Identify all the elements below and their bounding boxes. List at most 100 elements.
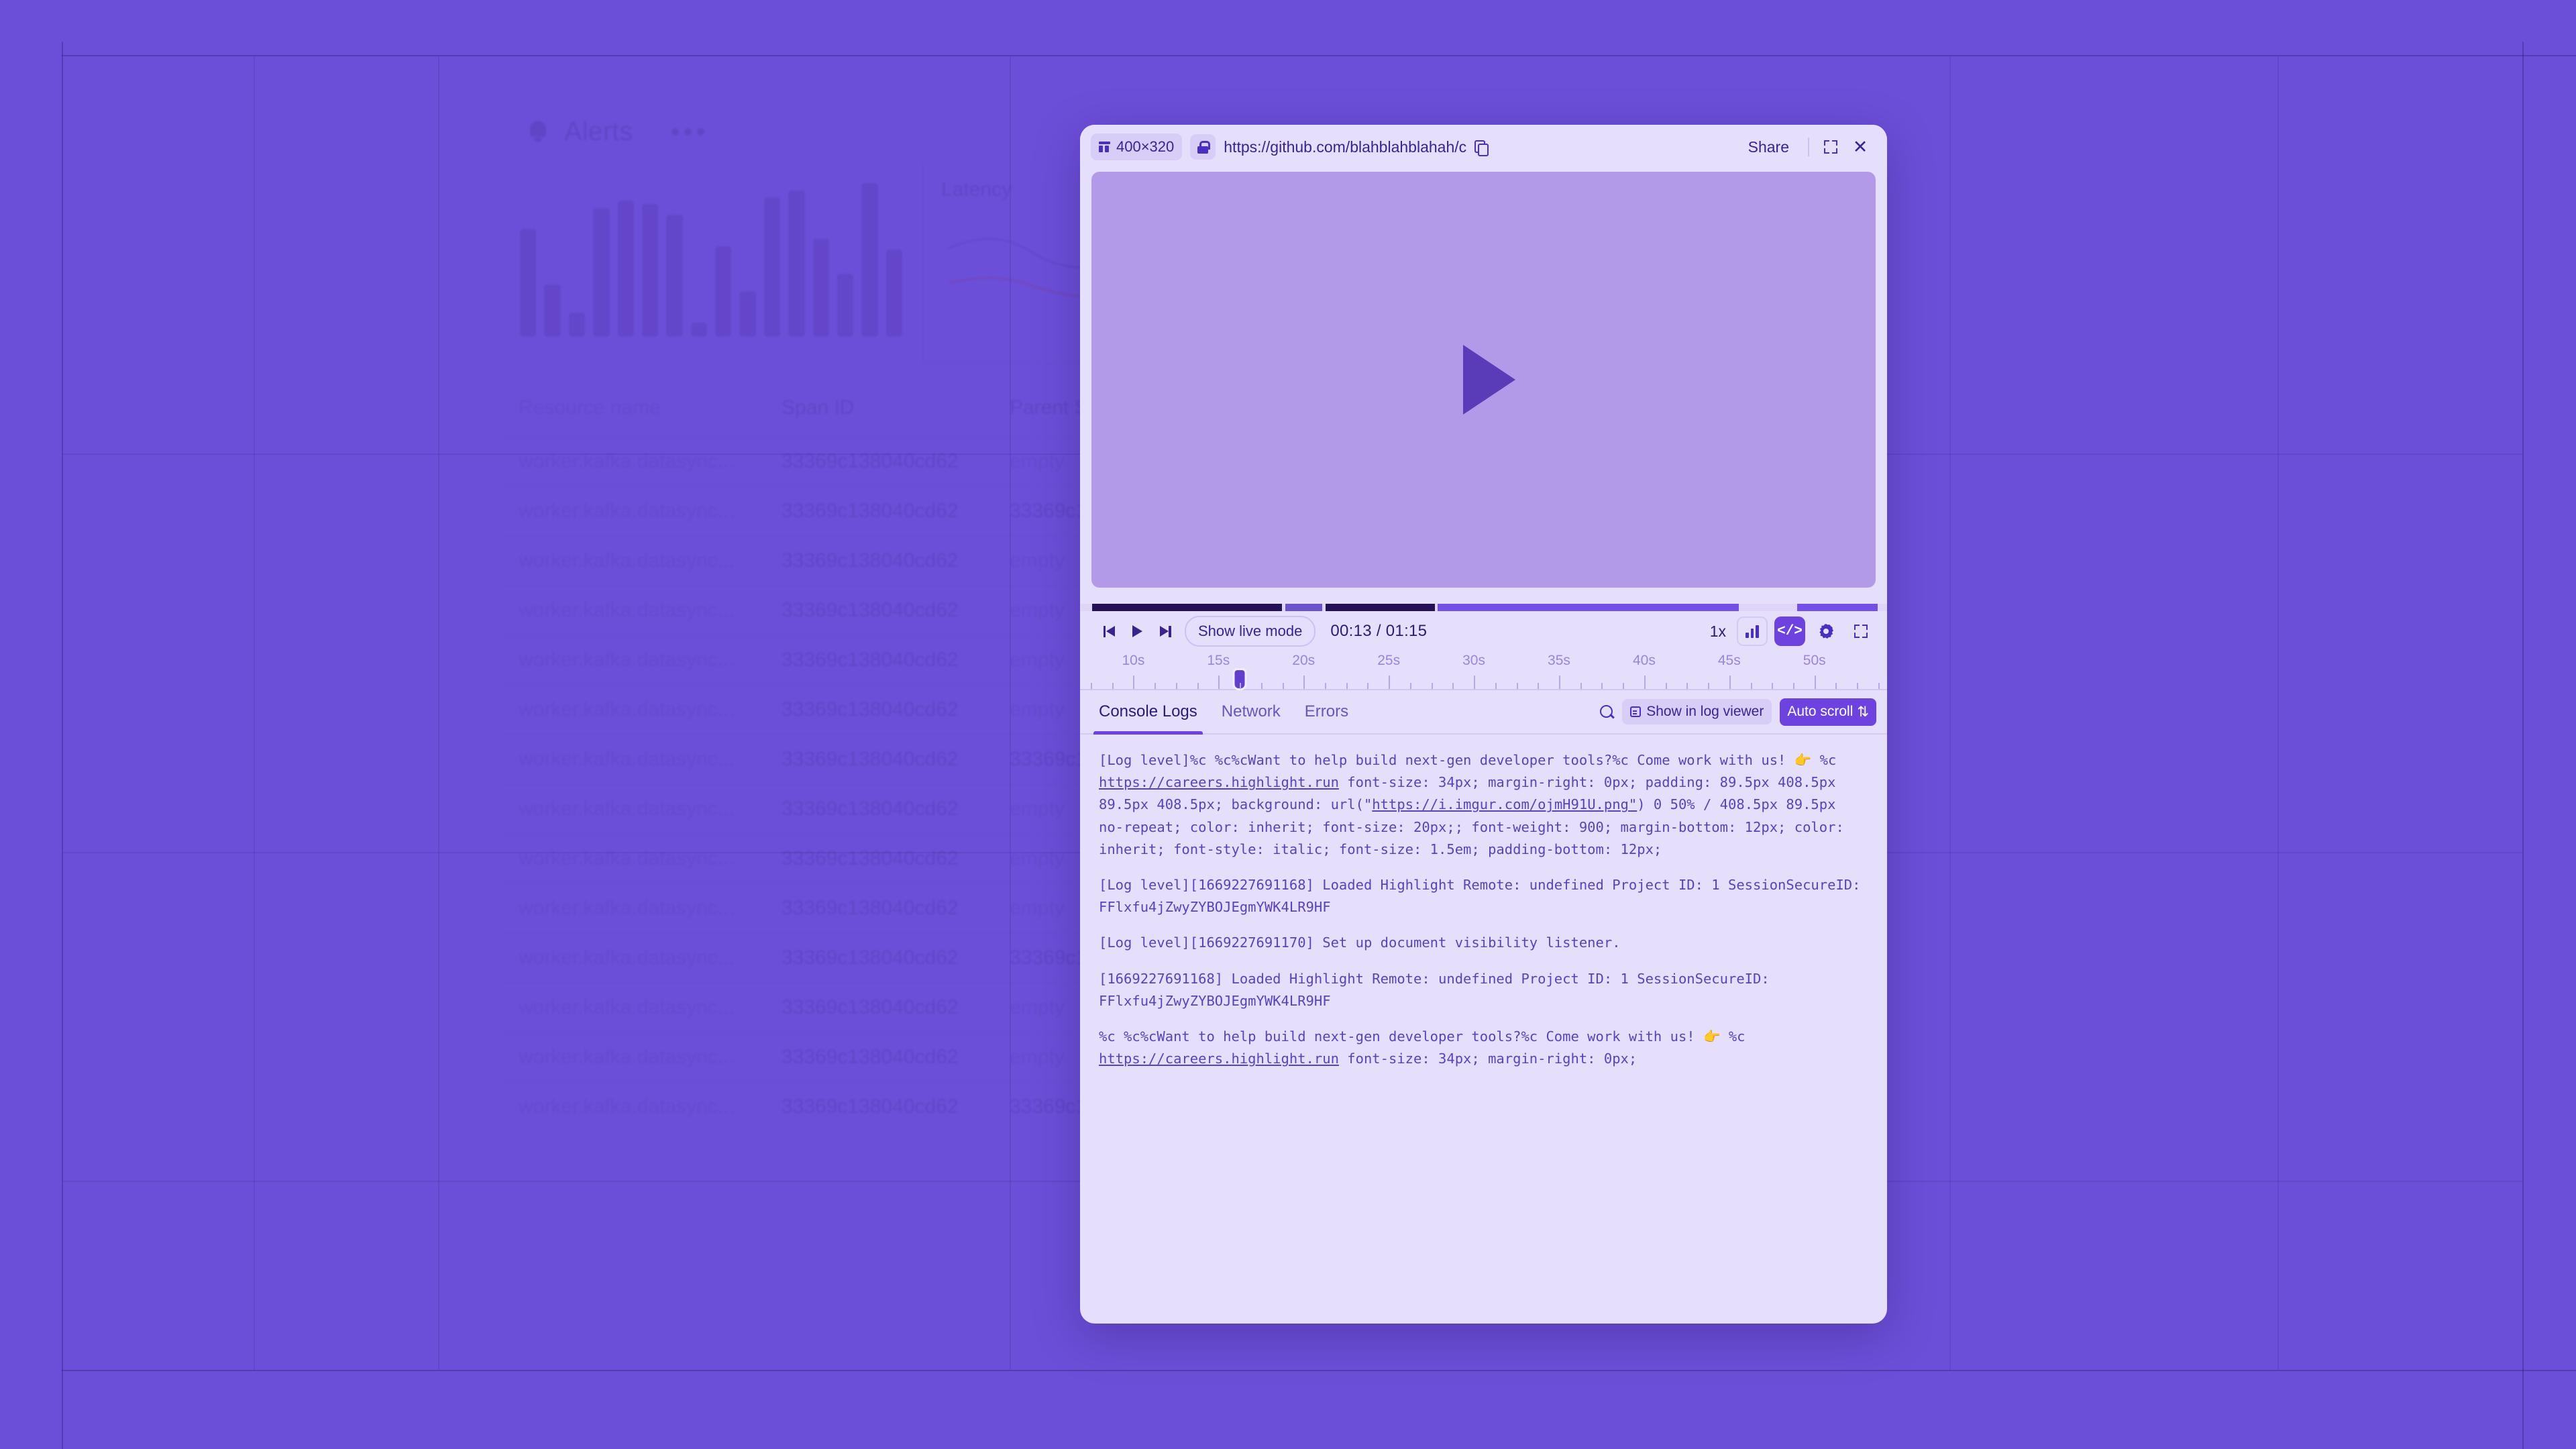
bar [861,183,878,337]
toolbar-divider [1808,138,1809,156]
timeline-tick [1750,683,1752,689]
cell-resource-name: worker.kafka.datasync... [519,698,735,720]
playback-progress-bar[interactable] [1080,604,1887,611]
cell-resource-name: worker.kafka.datasync... [519,649,735,671]
devtools-toggle-button[interactable]: </> [1774,616,1805,646]
timeline-tick-label: 15s [1207,653,1230,668]
viewport-icon [1099,142,1110,152]
bar [666,215,683,337]
ellipsis-icon [672,127,705,136]
timeline-tick [1601,683,1603,689]
cell-resource-name: worker.kafka.datasync... [519,450,735,472]
grid-line-v [254,56,255,1370]
cell-span-id: 33369c138040cd62 [782,1095,959,1118]
cell-resource-name: worker.kafka.datasync... [519,947,735,969]
share-button[interactable]: Share [1736,134,1801,160]
cell-span-id: 33369c138040cd62 [782,698,959,720]
player-control-bar: Show live mode 00:13 / 01:15 1x </> [1080,611,1887,651]
timeline-ruler[interactable]: 10s 15s 20s 25s 30s 35s 40s 45s 50s [1080,651,1887,690]
progress-segment [1437,604,1739,611]
tab-errors[interactable]: Errors [1293,690,1360,733]
show-in-log-viewer-button[interactable]: Show in log viewer [1622,699,1772,724]
timeline-tick-label: 30s [1462,653,1485,668]
console-log-entry: %c %c%cWant to help build next-gen devel… [1099,1026,1868,1070]
timeline-tick [1729,676,1731,689]
search-icon[interactable] [1600,704,1614,719]
background-bar-chart [500,162,922,364]
skip-forward-button[interactable] [1151,617,1179,645]
tab-network[interactable]: Network [1210,690,1293,733]
cell-span-id: 33369c138040cd62 [782,599,959,621]
auto-scroll-label: Auto scroll [1787,704,1854,719]
console-log-link[interactable]: https://careers.highlight.run [1099,774,1339,790]
fullscreen-button[interactable] [1847,617,1875,645]
timeline-tick [1708,683,1710,689]
timeline-tick [1516,683,1518,689]
bar [739,291,756,337]
show-live-mode-button[interactable]: Show live mode [1185,616,1316,647]
copy-icon[interactable] [1474,140,1489,156]
progress-segment [1285,604,1322,611]
timeline-tick-label: 40s [1632,653,1656,668]
console-log-link[interactable]: https://i.imgur.com/ojmH91U.png" [1372,796,1637,812]
lock-icon [1197,140,1211,154]
timeline-tick [1878,683,1880,689]
console-log-entry: [Log level][1669227691168] Loaded Highli… [1099,874,1868,918]
cell-span-id: 33369c138040cd62 [782,748,959,770]
cell-resource-name: worker.kafka.datasync... [519,599,735,621]
cell-span-id: 33369c138040cd62 [782,798,959,820]
console-log-entry: [Log level][1669227691170] Set up docume… [1099,932,1868,954]
timeline-tick [1431,683,1433,689]
sort-arrows-icon: ⇅ [1857,704,1869,720]
console-log-output[interactable]: [Log level]%c %c%cWant to help build nex… [1080,735,1887,1324]
console-log-entry: [Log level]%c %c%cWant to help build nex… [1099,749,1868,861]
performance-toggle-button[interactable] [1737,616,1768,646]
progress-segment [1325,604,1436,611]
play-button[interactable] [1123,617,1151,645]
cell-span-id: 33369c138040cd62 [782,996,959,1018]
url-display: https://github.com/blahblahblahah/c [1224,138,1467,156]
timeline-tick [1495,683,1497,689]
timeline-tick-label: 25s [1377,653,1401,668]
timeline-tick [1474,676,1476,689]
secure-lock-chip [1190,134,1216,160]
cell-span-id: 33369c138040cd62 [782,947,959,969]
tab-console-logs[interactable]: Console Logs [1087,690,1210,735]
bar [568,312,586,337]
timeline-tick [1090,683,1092,689]
console-log-text: [1669227691168] Loaded Highlight Remote:… [1099,970,1770,1009]
expand-icon [1824,140,1837,154]
settings-button[interactable] [1812,617,1840,645]
grid-line-h [62,1370,2576,1371]
cell-span-id: 33369c138040cd62 [782,450,959,472]
expand-button[interactable] [1816,133,1845,160]
devtools-tabs-bar: Console Logs Network Errors Show in log … [1080,690,1887,735]
cell-span-id: 33369c138040cd62 [782,649,959,671]
video-player-stage[interactable] [1091,172,1876,588]
cell-resource-name: worker.kafka.datasync... [519,549,735,572]
cell-resource-name: worker.kafka.datasync... [519,1095,735,1118]
panel-icon [1630,706,1642,717]
play-icon[interactable] [1462,345,1515,415]
progress-segment [1797,604,1878,611]
skip-forward-icon [1159,625,1171,637]
console-log-link[interactable]: https://careers.highlight.run [1099,1051,1339,1067]
cell-span-id: 33369c138040cd62 [782,1046,959,1068]
bar [617,201,634,337]
bar [690,323,707,337]
skip-back-button[interactable] [1095,617,1123,645]
timeline-tick [1558,676,1560,689]
console-log-text: [Log level]%c %c%cWant to help build nex… [1099,752,1837,768]
timeline-tick [1686,683,1688,689]
cell-span-id: 33369c138040cd62 [782,897,959,919]
playback-speed-label[interactable]: 1x [1710,623,1726,641]
auto-scroll-button[interactable]: Auto scroll ⇅ [1780,698,1876,726]
timeline-tick-label: 45s [1717,653,1741,668]
bar [885,250,902,337]
bar-chart-icon [1746,625,1759,638]
grid-line-v [1949,56,1951,1370]
skip-back-icon [1103,625,1115,637]
close-button[interactable]: ✕ [1845,133,1875,160]
bar [763,197,781,337]
bar [788,190,805,337]
